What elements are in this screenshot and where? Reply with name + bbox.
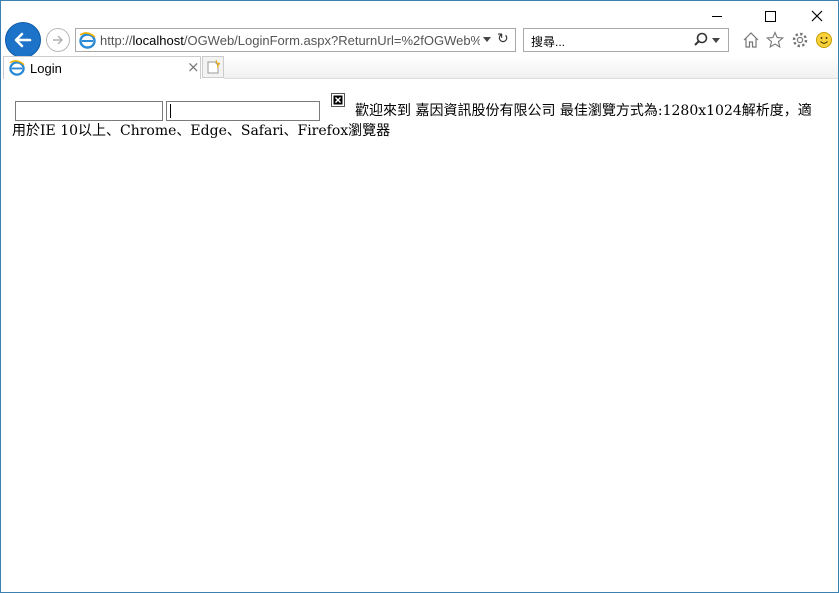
forward-button[interactable] <box>46 28 70 52</box>
arrow-left-icon <box>14 32 32 48</box>
back-button[interactable] <box>5 22 41 58</box>
search-box[interactable]: 搜尋... <box>523 28 729 52</box>
address-url[interactable]: http://localhost/OGWeb/LoginForm.aspx?Re… <box>100 33 480 48</box>
maximize-icon <box>764 10 776 22</box>
maximize-button[interactable] <box>747 1 793 31</box>
favorites-button[interactable] <box>765 30 785 50</box>
feedback-button[interactable] <box>814 30 834 50</box>
tools-button[interactable] <box>790 30 810 50</box>
browser-window: http://localhost/OGWeb/LoginForm.aspx?Re… <box>0 0 839 593</box>
ie-icon <box>79 32 96 49</box>
close-button[interactable] <box>794 1 839 31</box>
new-tab-icon <box>207 60 220 74</box>
home-icon <box>743 32 759 48</box>
new-tab-button[interactable] <box>202 56 224 78</box>
close-icon <box>811 10 823 22</box>
star-icon <box>766 31 784 49</box>
tab-login[interactable]: Login × <box>3 56 201 79</box>
address-bar[interactable]: http://localhost/OGWeb/LoginForm.aspx?Re… <box>75 28 516 52</box>
search-dropdown-icon[interactable] <box>712 38 720 43</box>
url-path: /OGWeb/LoginForm.aspx?ReturnUrl=%2fOGWeb… <box>183 33 480 48</box>
url-prefix: http:// <box>100 33 133 48</box>
url-host: localhost <box>132 33 184 48</box>
arrow-right-icon <box>53 35 63 45</box>
search-icon[interactable] <box>694 32 709 47</box>
tab-title: Login <box>30 61 62 76</box>
tab-strip <box>224 56 838 79</box>
smiley-icon <box>816 32 832 48</box>
address-dropdown-icon[interactable] <box>483 37 491 42</box>
search-placeholder: 搜尋... <box>531 35 566 49</box>
ie-icon <box>9 60 25 76</box>
minimize-button[interactable] <box>694 1 740 31</box>
minimize-icon <box>712 15 722 17</box>
refresh-icon[interactable]: ↻ <box>497 31 509 47</box>
gear-icon <box>792 32 808 48</box>
home-button[interactable] <box>741 30 761 50</box>
welcome-message: 歡迎來到 嘉因資訊股份有限公司 最佳瀏覽方式為:1280x1024解析度，適用於… <box>12 103 812 139</box>
tab-close-icon[interactable]: × <box>187 58 200 76</box>
page-content: 歡迎來到 嘉因資訊股份有限公司 最佳瀏覽方式為:1280x1024解析度，適用於… <box>2 79 838 592</box>
